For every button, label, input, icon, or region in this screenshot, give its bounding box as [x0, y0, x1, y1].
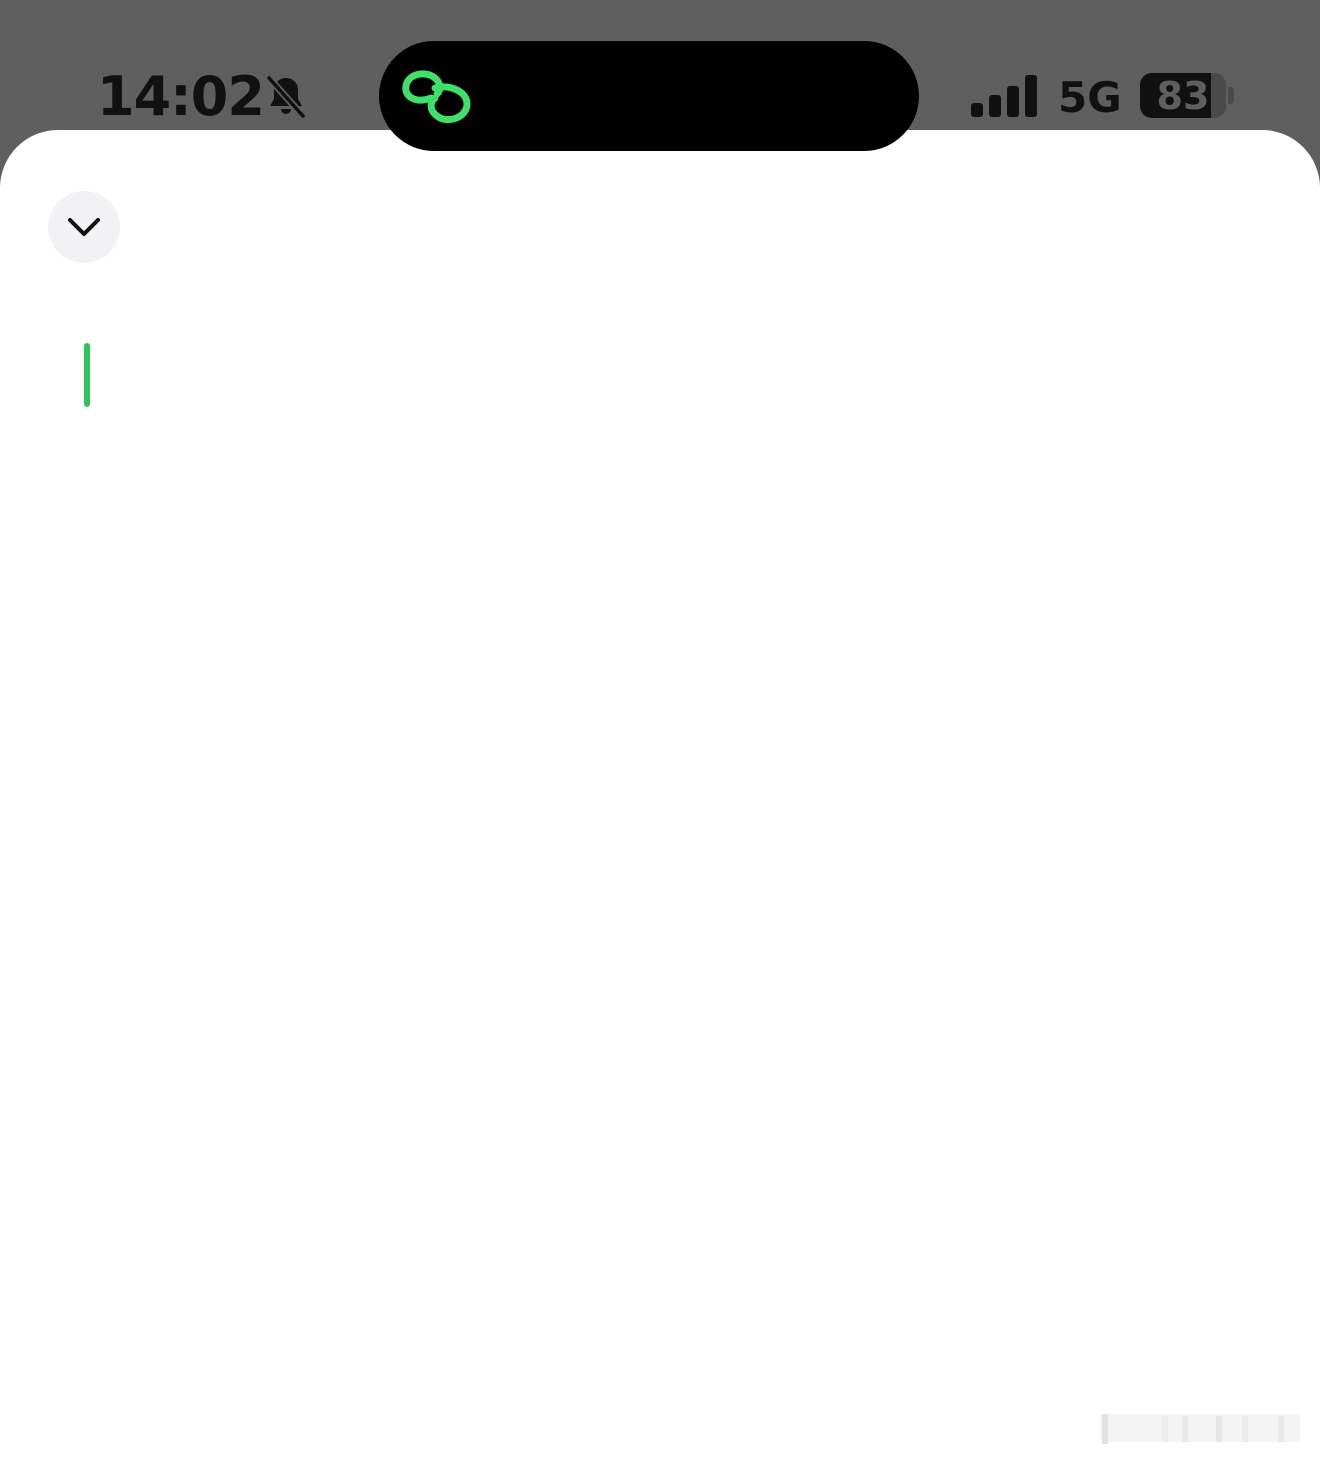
- home-indicator: [1100, 1414, 1300, 1444]
- status-bar: 14:02 5G 83: [0, 0, 1320, 151]
- battery-indicator: 83: [1140, 73, 1226, 118]
- battery-cap: [1228, 87, 1234, 104]
- cellular-signal-icon: [971, 75, 1037, 117]
- link-icon: [402, 70, 471, 123]
- network-type: 5G: [1058, 73, 1122, 122]
- battery-percent: 83: [1156, 74, 1210, 118]
- collapse-button[interactable]: [48, 191, 120, 263]
- status-time: 14:02: [97, 65, 265, 128]
- note-sheet: [0, 130, 1320, 1458]
- bell-slash-icon: [265, 74, 307, 120]
- text-caret: [84, 343, 90, 407]
- text-input[interactable]: [70, 320, 1250, 1220]
- chevron-down-icon: [68, 218, 100, 236]
- dynamic-island[interactable]: [379, 41, 919, 151]
